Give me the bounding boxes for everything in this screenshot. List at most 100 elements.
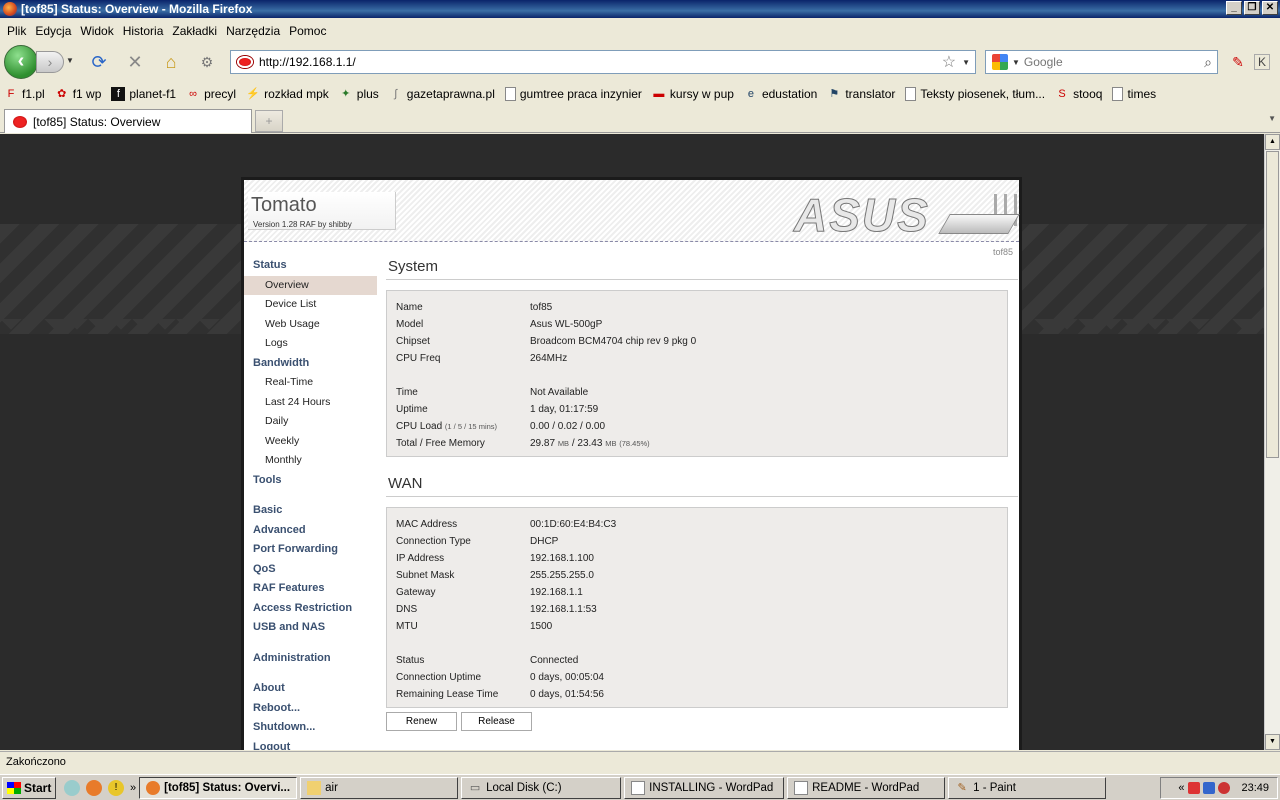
menu-edycja[interactable]: Edycja bbox=[32, 24, 77, 38]
nav-logs[interactable]: Logs bbox=[244, 334, 377, 354]
window-titlebar: [tof85] Status: Overview - Mozilla Firef… bbox=[0, 0, 1280, 18]
tray-network-icon[interactable] bbox=[1203, 782, 1216, 794]
nav-monthly[interactable]: Monthly bbox=[244, 451, 377, 471]
nav-status[interactable]: Status bbox=[244, 256, 377, 276]
tab-status-overview[interactable]: [tof85] Status: Overview bbox=[4, 109, 252, 133]
tray-alert-icon[interactable] bbox=[1188, 782, 1201, 794]
extension-icon[interactable]: ⚙ bbox=[196, 51, 218, 73]
nav-logout[interactable]: Logout bbox=[244, 738, 377, 751]
scroll-up-icon[interactable]: ▲ bbox=[1265, 134, 1280, 150]
menu-plik[interactable]: Plik bbox=[4, 24, 32, 38]
firefox-quicklaunch-icon[interactable] bbox=[86, 779, 102, 796]
nav-device-list[interactable]: Device List bbox=[244, 295, 377, 315]
bookmark-times[interactable]: times bbox=[1112, 87, 1156, 101]
nav-shutdown[interactable]: Shutdown... bbox=[244, 718, 377, 738]
url-bar[interactable]: ☆ ▼ bbox=[230, 50, 976, 74]
menu-narzedzia[interactable]: Narzędzia bbox=[223, 24, 286, 38]
quicklaunch-app-icon[interactable]: ! bbox=[108, 779, 124, 796]
system-cpufreq-value: 264MHz bbox=[530, 353, 568, 364]
nav-overview[interactable]: Overview bbox=[244, 275, 377, 295]
menu-pomoc[interactable]: Pomoc bbox=[286, 24, 332, 38]
search-icon[interactable]: ⌕ bbox=[1204, 54, 1212, 71]
nav-weekly[interactable]: Weekly bbox=[244, 432, 377, 452]
release-button[interactable]: Release bbox=[461, 712, 532, 731]
bookmark-edustation[interactable]: e edustation bbox=[744, 87, 817, 101]
addon-icon[interactable]: ✎ bbox=[1227, 51, 1249, 73]
system-memory-value: 29.87 MB / 23.43 MB (78.45%) bbox=[530, 438, 650, 449]
task-firefox[interactable]: [tof85] Status: Overvi... bbox=[139, 776, 298, 799]
bookmark-gazetaprawna[interactable]: ∫ gazetaprawna.pl bbox=[389, 87, 495, 101]
history-dropdown-icon[interactable]: ▼ bbox=[66, 56, 74, 65]
forward-button[interactable]: › bbox=[36, 51, 64, 73]
bookmark-precyl[interactable]: ∞ precyl bbox=[186, 87, 236, 101]
google-icon[interactable] bbox=[992, 54, 1008, 70]
tray-clock[interactable]: 23:49 bbox=[1241, 782, 1269, 794]
close-button[interactable]: ✕ bbox=[1262, 1, 1278, 15]
nav-qos[interactable]: QoS bbox=[244, 560, 377, 580]
nav-web-usage[interactable]: Web Usage bbox=[244, 315, 377, 335]
task-readme-wordpad[interactable]: README - WordPad bbox=[787, 776, 946, 799]
nav-about[interactable]: About bbox=[244, 679, 377, 699]
nav-real-time[interactable]: Real-Time bbox=[244, 373, 377, 393]
nav-port-forwarding[interactable]: Port Forwarding bbox=[244, 540, 377, 560]
scroll-down-icon[interactable]: ▼ bbox=[1265, 734, 1280, 750]
nav-usb-and-nas[interactable]: USB and NAS bbox=[244, 618, 377, 638]
scroll-thumb[interactable] bbox=[1266, 151, 1279, 458]
tray-shield-icon[interactable] bbox=[1218, 782, 1231, 794]
menu-zakladki[interactable]: Zakładki bbox=[169, 24, 223, 38]
back-button[interactable]: ‹ bbox=[4, 45, 38, 79]
maximize-button[interactable]: ❐ bbox=[1244, 1, 1260, 15]
bookmark-f1-wp[interactable]: ✿ f1 wp bbox=[55, 87, 101, 101]
stop-icon[interactable]: ✕ bbox=[124, 51, 146, 73]
home-icon[interactable]: ⌂ bbox=[160, 51, 182, 73]
renew-button[interactable]: Renew bbox=[386, 712, 457, 731]
url-input[interactable] bbox=[259, 55, 942, 69]
nav-basic[interactable]: Basic bbox=[244, 501, 377, 521]
bookmark-gumtree[interactable]: gumtree praca inzynier bbox=[504, 87, 642, 101]
show-desktop-icon[interactable] bbox=[64, 779, 80, 796]
menu-historia[interactable]: Historia bbox=[120, 24, 170, 38]
quicklaunch-more-icon[interactable]: » bbox=[130, 782, 136, 794]
nav-tools[interactable]: Tools bbox=[244, 471, 377, 491]
nav-bandwidth[interactable]: Bandwidth bbox=[244, 354, 377, 374]
task-local-disk[interactable]: ▭ Local Disk (C:) bbox=[461, 776, 622, 799]
bookmark-kursy-w-pup[interactable]: ▬ kursy w pup bbox=[652, 87, 734, 101]
system-row-chipset: Chipset Broadcom BCM4704 chip rev 9 pkg 0 bbox=[396, 333, 1007, 350]
search-input[interactable] bbox=[1023, 55, 1205, 69]
addon-k-icon[interactable]: K bbox=[1254, 54, 1270, 70]
bookmark-stooq[interactable]: Sstooq bbox=[1055, 87, 1102, 101]
bookmark-teksty-piosenek[interactable]: Teksty piosenek, tłum... bbox=[905, 87, 1045, 101]
task-paint[interactable]: ✎ 1 - Paint bbox=[948, 776, 1107, 799]
nav-last-24-hours[interactable]: Last 24 Hours bbox=[244, 393, 377, 413]
page-icon bbox=[905, 87, 917, 101]
nav-daily[interactable]: Daily bbox=[244, 412, 377, 432]
nav-administration[interactable]: Administration bbox=[244, 649, 377, 669]
tab-list-icon[interactable]: ▼ bbox=[1268, 114, 1276, 123]
nav-raf-features[interactable]: RAF Features bbox=[244, 579, 377, 599]
task-installing-wordpad[interactable]: INSTALLING - WordPad bbox=[624, 776, 785, 799]
reload-icon[interactable]: ⟳ bbox=[88, 51, 110, 73]
bookmark-rozklad-mpk[interactable]: ⚡ rozkład mpk bbox=[246, 87, 329, 101]
search-bar[interactable]: ▼ ⌕ bbox=[985, 50, 1218, 74]
nav-reboot[interactable]: Reboot... bbox=[244, 699, 377, 719]
paint-icon: ✎ bbox=[957, 781, 967, 794]
bookmark-plus[interactable]: ✦ plus bbox=[339, 87, 379, 101]
bookmark-f1-pl[interactable]: Ff1.pl bbox=[4, 87, 45, 101]
nav-access-restriction[interactable]: Access Restriction bbox=[244, 599, 377, 619]
router-sidebar: Status Overview Device List Web Usage Lo… bbox=[244, 256, 377, 750]
menu-widok[interactable]: Widok bbox=[77, 24, 119, 38]
search-engine-dropdown-icon[interactable]: ▼ bbox=[1012, 58, 1020, 67]
bookmark-translator[interactable]: ⚑ translator bbox=[827, 87, 895, 101]
new-tab-button[interactable]: + bbox=[255, 110, 283, 132]
vertical-scrollbar[interactable]: ▲ ▼ bbox=[1264, 134, 1280, 750]
task-air[interactable]: air bbox=[300, 776, 459, 799]
bookmark-planet-f1[interactable]: f planet-f1 bbox=[111, 87, 176, 101]
system-row-memory: Total / Free Memory 29.87 MB / 23.43 MB (… bbox=[396, 435, 1007, 452]
minimize-button[interactable]: _ bbox=[1226, 1, 1242, 15]
bookmark-star-icon[interactable]: ☆ bbox=[942, 52, 956, 72]
nav-advanced[interactable]: Advanced bbox=[244, 521, 377, 541]
firefox-icon bbox=[146, 780, 161, 795]
start-button[interactable]: Start bbox=[2, 776, 56, 799]
url-dropdown-icon[interactable]: ▼ bbox=[962, 58, 970, 67]
tray-expand-icon[interactable]: « bbox=[1178, 782, 1184, 794]
